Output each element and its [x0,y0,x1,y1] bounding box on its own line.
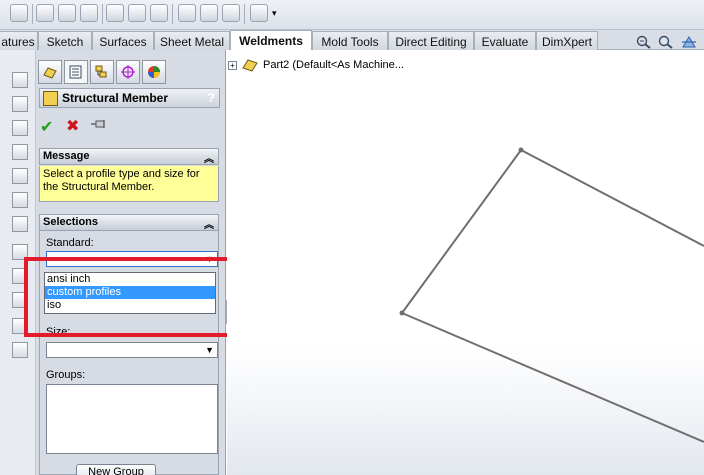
new-group-button[interactable]: New Group [76,464,156,475]
toolbar-separator [244,4,245,24]
tab-evaluate[interactable]: Evaluate [474,31,536,50]
linear-pattern-icon[interactable] [222,4,240,22]
top-toolbar: ▾ [0,0,704,30]
collapse-chevron-icon[interactable]: ︽ [204,216,214,231]
command-manager-tabs: atures Sketch Surfaces Sheet Metal Weldm… [0,30,704,51]
wall-icon[interactable] [80,4,98,22]
toolbar-separator [172,4,173,24]
boolean-icon[interactable] [10,4,28,22]
collapse-chevron-icon[interactable]: ︽ [204,150,214,165]
zoom-area-icon[interactable] [658,35,674,49]
pushpin-icon[interactable] [91,119,109,129]
display-manager-icon[interactable] [142,60,166,84]
tab-sheet-metal[interactable]: Sheet Metal [154,31,230,50]
message-box: Select a profile type and size for the S… [39,166,219,202]
mirror-icon[interactable] [178,4,196,22]
tab-weldments[interactable]: Weldments [230,30,312,51]
tab-mold-tools[interactable]: Mold Tools [312,31,388,50]
cancel-x-icon[interactable]: ✖ [66,116,79,136]
configuration-manager-icon[interactable] [90,60,114,84]
tab-sketch[interactable]: Sketch [38,31,92,50]
sparkle-icon[interactable] [250,4,268,22]
tool-strip-icon[interactable] [12,96,28,112]
selections-group-header[interactable]: Selections ︽ [39,214,219,231]
help-button[interactable]: ? [207,90,215,105]
page-title: Structural Member [62,91,169,105]
section-view-icon[interactable] [681,35,697,49]
toolbar-separator [32,4,33,24]
structural-member-icon [43,90,58,106]
tool-strip-icon[interactable] [12,192,28,208]
tool-strip-icon[interactable] [12,120,28,136]
dropdown-arrow-icon[interactable]: ▾ [272,8,277,19]
gear-icon[interactable] [200,4,218,22]
feature-tree-root-label: Part2 (Default<As Machine... [263,59,404,71]
feature-manager-icon[interactable] [38,60,62,84]
tab-direct-editing[interactable]: Direct Editing [388,31,474,50]
red-highlight-box [24,257,239,337]
sketch-geometry [399,147,704,443]
manager-tabs [36,56,224,86]
size-select[interactable]: ▼ [46,342,218,358]
message-header-label: Message [43,150,90,162]
cut-icon[interactable] [128,4,146,22]
groups-list[interactable] [46,384,218,454]
groups-label: Groups: [46,369,86,381]
selections-header-label: Selections [43,216,99,228]
property-manager-icon[interactable] [64,60,88,84]
extend-icon[interactable] [58,4,76,22]
copy-icon[interactable] [106,4,124,22]
message-group-header[interactable]: Message ︽ [39,148,219,165]
tab-surfaces[interactable]: Surfaces [92,31,154,50]
tool-strip-icon[interactable] [12,216,28,232]
tab-features[interactable]: atures [0,31,38,50]
tab-dimxpert[interactable]: DimXpert [536,31,598,50]
trim-icon[interactable] [36,4,54,22]
zoom-to-fit-icon[interactable] [636,35,652,49]
chevron-down-icon[interactable]: ▼ [205,345,214,355]
tool-strip-icon[interactable] [12,144,28,160]
paste-icon[interactable] [150,4,168,22]
standard-label: Standard: [46,237,94,249]
tool-strip-icon[interactable] [12,72,28,88]
pm-title-bar: Structural Member ? [39,88,220,108]
part-icon [242,59,258,72]
tool-strip-icon[interactable] [12,342,28,358]
tool-strip-icon[interactable] [12,168,28,184]
toolbar-separator [102,4,103,24]
dimxpert-manager-icon[interactable] [116,60,140,84]
ok-check-icon[interactable]: ✔ [40,117,53,137]
expand-icon[interactable]: + [228,60,237,70]
feature-tree-root[interactable]: + Part2 (Default<As Machine... [228,57,404,73]
